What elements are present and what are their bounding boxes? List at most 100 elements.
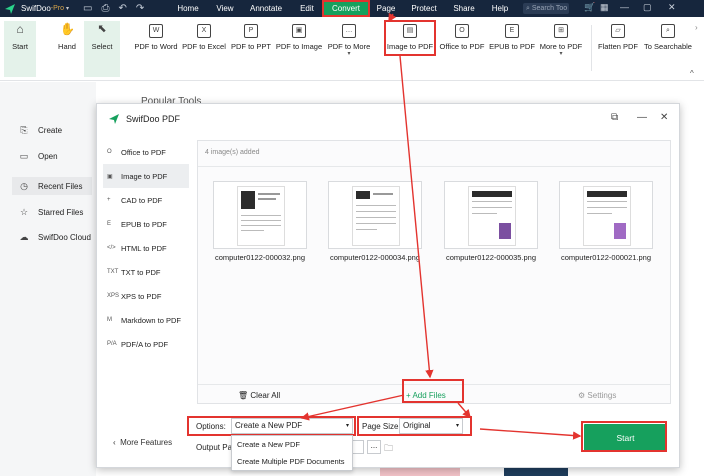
searchable-icon: ⌕ — [661, 24, 675, 38]
cloud-item[interactable]: ☁ SwifDoo Cloud — [18, 230, 91, 244]
file-thumbnail[interactable] — [328, 181, 422, 249]
converter-sidebar: O Office to PDF ▣ Image to PDF + CAD to PDF… — [103, 140, 189, 356]
pdf-to-ppt-button[interactable]: P PDF to PPT — [230, 21, 272, 77]
minimize-icon[interactable]: — — [620, 2, 629, 12]
print-icon[interactable]: ⎙ — [102, 3, 110, 14]
sidebar-item-image[interactable]: ▣ Image to PDF — [103, 164, 189, 188]
clear-all-button[interactable]: 🗑 Clear All — [238, 391, 280, 400]
pdf-to-word-button[interactable]: W PDF to Word — [134, 21, 178, 77]
dialog-title: SwifDoo PDF — [126, 114, 181, 124]
file-list-area: 4 image(s) added computer0122-000032.png… — [197, 140, 671, 404]
browse-button[interactable]: ... — [367, 440, 381, 454]
tool-label: Image to PDF — [386, 42, 434, 51]
hand-icon: ✋ — [60, 22, 75, 36]
image-to-pdf-button[interactable]: ▤ Image to PDF — [386, 21, 434, 77]
menu-page[interactable]: Page — [372, 0, 400, 17]
cart-icon[interactable]: 🛒 — [584, 2, 595, 13]
page-preview — [583, 186, 631, 246]
starred-files-item[interactable]: ☆ Starred Files — [18, 205, 83, 219]
sidebar-item-markdown[interactable]: M Markdown to PDF — [103, 308, 189, 332]
sidebar-item-html[interactable]: </> HTML to PDF — [103, 236, 189, 260]
minimize-icon[interactable]: — — [637, 112, 647, 123]
divider — [198, 384, 670, 385]
options-select[interactable]: Create a New PDF ▾ — [231, 418, 353, 434]
add-files-button[interactable]: + Add Files — [406, 391, 446, 400]
page-preview — [468, 186, 516, 246]
close-icon[interactable]: ✕ — [660, 112, 668, 123]
app-menu-caret[interactable]: ▾ — [66, 5, 69, 12]
menu-share[interactable]: Share — [448, 0, 480, 17]
to-searchable-button[interactable]: ⌕ To Searchable — [642, 21, 694, 77]
page-preview — [352, 186, 400, 246]
close-icon[interactable]: ✕ — [668, 2, 676, 13]
sidebar-label: PDF/A to PDF — [121, 339, 169, 349]
more-features-link[interactable]: ‹ More Features — [113, 438, 172, 447]
start-convert-button[interactable]: Start — [584, 424, 667, 452]
menu-help[interactable]: Help — [486, 0, 514, 17]
ribbon-scroll-right-icon[interactable]: › — [695, 23, 698, 32]
app-logo-icon — [109, 114, 119, 124]
option-create-multiple-pdf[interactable]: Create Multiple PDF Documents — [232, 453, 352, 470]
start-button[interactable]: ⌂ Start — [4, 21, 36, 77]
pdf-to-image-button[interactable]: ▣ PDF to Image — [274, 21, 324, 77]
file-thumbnail[interactable] — [444, 181, 538, 249]
image-to-pdf-dialog: SwifDoo PDF ⧉ — ✕ O Office to PDF ▣ Image … — [96, 103, 680, 471]
image-icon: ▣ — [107, 173, 113, 180]
app-name: SwifDoo — [21, 4, 51, 13]
sidebar-item-office[interactable]: O Office to PDF — [103, 140, 189, 164]
preview-block — [499, 223, 511, 239]
preview-line — [373, 193, 393, 195]
create-item[interactable]: ⎘ Create — [18, 123, 62, 137]
ribbon-divider — [591, 25, 592, 71]
recent-files-item[interactable]: ◷ Recent Files — [12, 177, 92, 195]
file-name: computer0122-000034.png — [329, 253, 421, 262]
sidebar-item-xps[interactable]: XPS XPS to PDF — [103, 284, 189, 308]
sidebar-item-pdfa[interactable]: P/A PDF/A to PDF — [103, 332, 189, 356]
file-thumbnail[interactable] — [559, 181, 653, 249]
sidebar-item-cad[interactable]: + CAD to PDF — [103, 188, 189, 212]
layout-icon[interactable]: ▦ — [600, 2, 609, 13]
star-icon: ☆ — [19, 206, 29, 217]
menu-edit[interactable]: Edit — [292, 0, 322, 17]
save-icon[interactable]: ▭ — [83, 3, 92, 14]
preview-line — [472, 213, 497, 214]
page-size-select[interactable]: Original ▾ — [399, 418, 463, 434]
undo-icon[interactable]: ↶ — [119, 3, 127, 14]
sidebar-item-txt[interactable]: TXT TXT to PDF — [103, 260, 189, 284]
menu-view[interactable]: View — [210, 0, 240, 17]
flatten-pdf-button[interactable]: ▱ Flatten PDF — [596, 21, 640, 77]
folder-icon[interactable]: 🗀 — [384, 441, 393, 457]
option-create-new-pdf[interactable]: Create a New PDF — [232, 436, 352, 453]
select-button[interactable]: ⬉ Select — [84, 21, 120, 77]
menu-annotate[interactable]: Annotate — [245, 0, 287, 17]
sidebar-item-epub[interactable]: E EPUB to PDF — [103, 212, 189, 236]
redo-icon[interactable]: ↷ — [136, 3, 144, 14]
open-label: Open — [38, 151, 58, 161]
more-icon: … — [342, 24, 356, 38]
preview-block — [356, 191, 370, 199]
pdf-to-more-button[interactable]: … PDF to More ▾ — [326, 21, 372, 77]
left-pane: ⎘ Create ▭ Open ◷ Recent Files ☆ Starred Fil… — [0, 82, 96, 476]
markdown-icon: M — [107, 317, 112, 323]
office-to-pdf-button[interactable]: O Office to PDF — [438, 21, 486, 77]
file-thumbnail[interactable] — [213, 181, 307, 249]
hand-button[interactable]: ✋ Hand — [50, 21, 84, 77]
pdf-to-excel-button[interactable]: X PDF to Excel — [180, 21, 228, 77]
settings-button[interactable]: ⚙ Settings — [578, 391, 616, 400]
open-item[interactable]: ▭ Open — [18, 149, 58, 163]
pin-icon[interactable]: ⧉ — [611, 112, 618, 123]
menu-home[interactable]: Home — [173, 0, 203, 17]
pro-badge[interactable]: -Pro — [51, 5, 64, 12]
menu-protect[interactable]: Protect — [406, 0, 442, 17]
tool-label: Office to PDF — [439, 42, 485, 51]
more-to-pdf-button[interactable]: ⊞ More to PDF ▾ — [538, 21, 584, 77]
maximize-icon[interactable]: ▢ — [643, 2, 652, 13]
preview-line — [241, 225, 281, 226]
search-tools-input[interactable]: ⌕ Search Too — [523, 3, 569, 14]
tool-label: More to PDF — [539, 42, 583, 51]
epub-to-pdf-button[interactable]: E EPUB to PDF — [488, 21, 536, 77]
chevron-down-icon: ▾ — [559, 51, 563, 57]
chevron-down-icon: ▾ — [347, 51, 351, 57]
menu-convert[interactable]: Convert — [322, 0, 370, 17]
collapse-ribbon-icon[interactable]: ^ — [690, 69, 694, 78]
